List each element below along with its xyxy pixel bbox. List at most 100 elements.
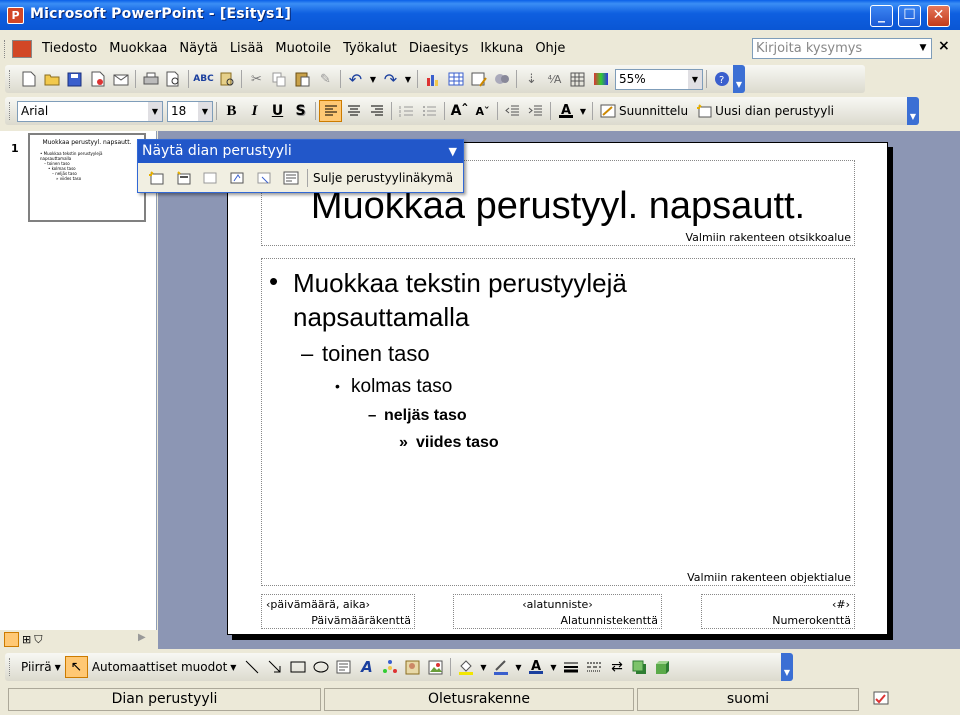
rectangle-icon[interactable]	[286, 656, 309, 678]
decrease-indent-icon[interactable]	[501, 100, 524, 122]
oval-icon[interactable]	[309, 656, 332, 678]
design-button[interactable]: Suunnittelu	[596, 104, 692, 118]
chevron-down-icon[interactable]: ▼	[148, 101, 162, 121]
decrease-font-size-icon[interactable]: Aˇ	[471, 100, 494, 122]
bold-button[interactable]: B	[220, 100, 243, 122]
fill-color-icon[interactable]	[454, 656, 477, 678]
font-select[interactable]: Arial ▼	[17, 100, 163, 122]
underline-button[interactable]: U	[266, 100, 289, 122]
research-icon[interactable]	[215, 68, 238, 90]
menu-diaesitys[interactable]: Diaesitys	[403, 35, 475, 63]
insert-chart-icon[interactable]	[421, 68, 444, 90]
slide-show-icon[interactable]: ⛉	[34, 633, 42, 647]
undo-dropdown-icon[interactable]: ▼	[367, 68, 379, 90]
chevron-down-icon[interactable]: ▼	[915, 39, 931, 58]
toolbar-options-icon[interactable]: ▼	[907, 97, 919, 125]
close-button[interactable]: ✕	[927, 5, 950, 27]
fill-color-dropdown-icon[interactable]: ▼	[477, 656, 489, 678]
redo-dropdown-icon[interactable]: ▼	[402, 68, 414, 90]
email-icon[interactable]	[109, 68, 132, 90]
text-box-icon[interactable]	[332, 656, 355, 678]
wordart-icon[interactable]: A	[355, 656, 378, 678]
line-icon[interactable]	[240, 656, 263, 678]
spelling-icon[interactable]: ABC	[192, 68, 215, 90]
date-placeholder[interactable]: ‹päivämäärä, aika› Päivämääräkenttä	[261, 594, 415, 629]
new-icon[interactable]	[17, 68, 40, 90]
font-color-icon[interactable]: A	[554, 100, 577, 122]
align-left-icon[interactable]	[319, 100, 342, 122]
menu-lisaa[interactable]: Lisää	[224, 35, 270, 63]
drawing-font-color-icon[interactable]: A	[524, 656, 547, 678]
insert-slide-master-icon[interactable]	[142, 167, 169, 189]
help-icon[interactable]: ?	[710, 68, 733, 90]
autoshapes-menu[interactable]: Automaattiset muodot ▼	[88, 660, 241, 674]
show-grid-icon[interactable]	[566, 68, 589, 90]
zoom-select[interactable]: 55% ▼	[615, 68, 703, 90]
number-placeholder[interactable]: ‹#› Numerokenttä	[701, 594, 855, 629]
maximize-button[interactable]: ☐	[898, 5, 921, 27]
minimize-button[interactable]: _	[870, 5, 893, 27]
numbering-icon[interactable]	[395, 100, 418, 122]
new-master-button[interactable]: Uusi dian perustyyli	[692, 104, 838, 118]
cut-icon[interactable]: ✂	[245, 68, 268, 90]
help-question-input[interactable]: Kirjoita kysymys ▼	[752, 38, 932, 59]
italic-button[interactable]: I	[243, 100, 266, 122]
insert-picture-icon[interactable]	[490, 68, 513, 90]
toolbar-options-icon[interactable]: ▼	[781, 653, 793, 681]
tables-borders-icon[interactable]	[467, 68, 490, 90]
insert-image-icon[interactable]	[424, 656, 447, 678]
slide-sorter-icon[interactable]: ⊞	[22, 633, 31, 646]
print-icon[interactable]	[139, 68, 162, 90]
shadow-button[interactable]: S	[289, 100, 312, 122]
chevron-down-icon[interactable]: ▼	[688, 69, 702, 89]
preserve-master-icon[interactable]	[223, 167, 250, 189]
shadow-style-icon[interactable]	[628, 656, 651, 678]
master-toolbar-title-bar[interactable]: Näytä dian perustyyli ▼	[138, 140, 463, 163]
bullets-icon[interactable]	[418, 100, 441, 122]
line-color-icon[interactable]	[489, 656, 512, 678]
color-grayscale-icon[interactable]	[589, 68, 612, 90]
menu-ohje[interactable]: Ohje	[529, 35, 571, 63]
menu-muotoile[interactable]: Muotoile	[269, 35, 337, 63]
toolbar-options-icon[interactable]: ▼	[733, 65, 745, 93]
save-icon[interactable]	[63, 68, 86, 90]
increase-font-size-icon[interactable]: Aˆ	[448, 100, 471, 122]
menu-tyokalut[interactable]: Työkalut	[337, 35, 403, 63]
slide-thumbnail[interactable]: Muokkaa perustyyl. napsautt. • Muokkaa t…	[28, 133, 146, 222]
scroll-right-icon[interactable]: ▶	[138, 632, 146, 643]
powerpoint-app-icon[interactable]: P	[7, 7, 24, 24]
font-color-dropdown-icon[interactable]: ▼	[547, 656, 559, 678]
toolbar-grip[interactable]	[4, 40, 7, 58]
show-formatting-icon[interactable]: ⁴⁄A	[543, 68, 566, 90]
print-preview-icon[interactable]	[162, 68, 185, 90]
format-painter-icon[interactable]: ✎	[314, 68, 337, 90]
menu-ikkuna[interactable]: Ikkuna	[474, 35, 529, 63]
increase-indent-icon[interactable]	[524, 100, 547, 122]
menu-muokkaa[interactable]: Muokkaa	[103, 35, 173, 63]
copy-icon[interactable]	[268, 68, 291, 90]
document-icon[interactable]	[12, 40, 32, 58]
close-document-button[interactable]: ×	[938, 38, 950, 54]
toolbar-grip[interactable]	[9, 102, 12, 120]
permission-icon[interactable]	[86, 68, 109, 90]
chevron-down-icon[interactable]: ▼	[449, 140, 457, 163]
font-size-select[interactable]: 18 ▼	[167, 100, 213, 122]
close-master-view-button[interactable]: Sulje perustyylinäkymä	[311, 171, 455, 185]
insert-table-icon[interactable]	[444, 68, 467, 90]
menu-tiedosto[interactable]: Tiedosto	[36, 35, 103, 63]
delete-master-icon[interactable]	[196, 167, 223, 189]
open-icon[interactable]	[40, 68, 63, 90]
chevron-down-icon[interactable]: ▼	[198, 101, 212, 121]
master-layout-icon[interactable]	[277, 167, 304, 189]
diagram-icon[interactable]	[378, 656, 401, 678]
insert-title-master-icon[interactable]	[169, 167, 196, 189]
toolbar-grip[interactable]	[9, 658, 12, 676]
menu-nayta[interactable]: Näytä	[173, 35, 223, 63]
toolbar-grip[interactable]	[9, 70, 12, 88]
redo-icon[interactable]: ↷	[379, 68, 402, 90]
rename-master-icon[interactable]	[250, 167, 277, 189]
arrow-icon[interactable]	[263, 656, 286, 678]
object-placeholder[interactable]: • Muokkaa tekstin perustyylejä napsautta…	[261, 258, 855, 586]
line-color-dropdown-icon[interactable]: ▼	[512, 656, 524, 678]
line-style-icon[interactable]	[559, 656, 582, 678]
